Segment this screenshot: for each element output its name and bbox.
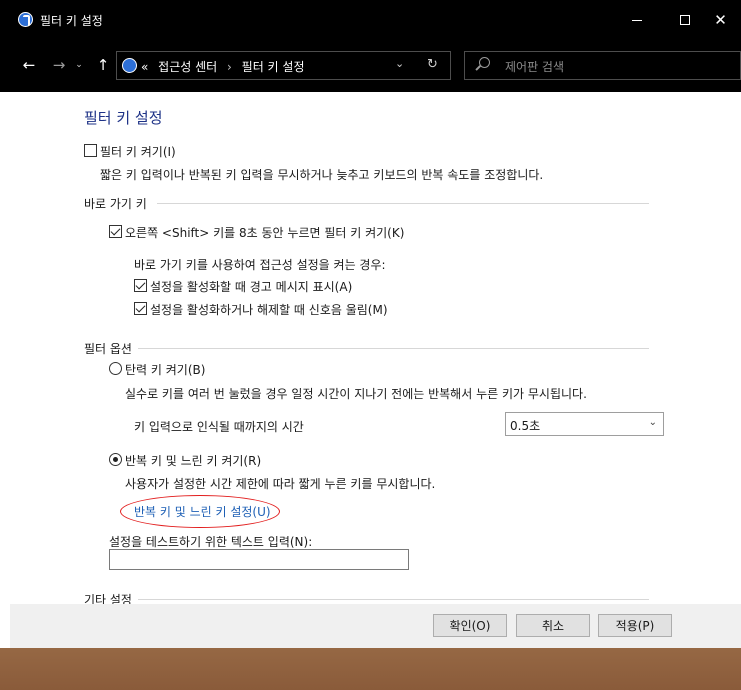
section-divider [138,348,649,349]
footer-button-bar: 확인(O) 취소 적용(P) [10,604,741,648]
chevron-down-icon: ⌄ [75,60,83,70]
shortcut-when-label: 바로 가기 키를 사용하여 접근성 설정을 켜는 경우: [134,258,386,272]
wait-time-select[interactable]: 0.5초 ⌄ [505,412,664,436]
main-content: 필터 키 설정 필터 키 켜기(I) 짧은 키 입력이나 반복된 키 입력을 무… [10,92,741,607]
window-title: 필터 키 설정 [40,14,103,28]
section-divider [157,203,649,204]
back-button[interactable]: ← [18,54,40,76]
bounce-keys-label[interactable]: 탄력 키 켜기(B) [125,361,205,378]
breadcrumb-overflow[interactable]: « [141,60,148,74]
search-input[interactable]: 제어판 검색 [505,58,564,75]
page-title: 필터 키 설정 [84,109,163,127]
breadcrumb-item-filter-keys[interactable]: 필터 키 설정 [242,60,305,74]
maximize-icon [680,15,690,25]
chevron-down-icon: ⌄ [648,417,657,428]
section-divider [138,599,649,600]
repeat-slow-keys-label[interactable]: 반복 키 및 느린 키 켜기(R) [125,452,261,469]
ease-of-access-icon [18,12,33,27]
forward-button[interactable]: → [48,54,70,76]
shortcut-section-heading: 바로 가기 키 [84,197,147,211]
right-shift-checkbox[interactable] [109,225,122,238]
title-bar: 필터 키 설정 ✕ [0,0,741,40]
repeat-slow-keys-radio[interactable] [109,453,122,466]
filter-keys-window: 필터 키 설정 ✕ ← → ⌄ ↑ « 접근성 센터 › 필터 키 설정 ⌄ ↻… [0,0,741,648]
test-text-input[interactable] [109,549,409,570]
close-button[interactable]: ✕ [700,0,741,40]
up-button[interactable]: ↑ [92,54,114,76]
wait-time-value: 0.5초 [510,419,541,433]
right-shift-label[interactable]: 오른쪽 <Shift> 키를 8초 동안 누르면 필터 키 켜기(K) [125,224,404,241]
search-icon [479,57,490,68]
filter-options-heading: 필터 옵션 [84,342,132,356]
apply-button[interactable]: 적용(P) [598,614,672,637]
warning-message-label[interactable]: 설정을 활성화할 때 경고 메시지 표시(A) [150,278,352,295]
refresh-icon[interactable]: ↻ [427,57,438,72]
ok-button[interactable]: 확인(O) [433,614,507,637]
filter-keys-description: 짧은 키 입력이나 반복된 키 입력을 무시하거나 늦추고 키보드의 반복 속도… [100,168,544,182]
breadcrumb-separator: › [227,60,232,74]
wait-time-label: 키 입력으로 인식될 때까지의 시간 [134,420,304,434]
sound-label[interactable]: 설정을 활성화하거나 해제할 때 신호음 울림(M) [150,301,388,318]
warning-message-checkbox[interactable] [134,279,147,292]
recent-locations-button[interactable]: ⌄ [72,54,86,76]
search-box[interactable]: 제어판 검색 [464,51,741,80]
red-annotation-ellipse [120,495,280,528]
repeat-slow-keys-description: 사용자가 설정한 시간 제한에 따라 짧게 누른 키를 무시합니다. [125,477,436,491]
minimize-icon [632,19,642,21]
arrow-left-icon: ← [22,56,36,74]
test-input-label: 설정을 테스트하기 위한 텍스트 입력(N): [109,535,313,549]
breadcrumb: « 접근성 센터 › 필터 키 설정 [141,58,305,75]
breadcrumb-item-ease-of-access[interactable]: 접근성 센터 [158,60,217,74]
filter-keys-checkbox[interactable] [84,144,97,157]
minimize-button[interactable] [614,0,660,40]
address-dropdown-icon[interactable]: ⌄ [395,57,404,70]
cancel-button[interactable]: 취소 [516,614,590,637]
close-icon: ✕ [714,10,727,29]
address-bar[interactable]: « 접근성 센터 › 필터 키 설정 ⌄ ↻ [116,51,451,80]
arrow-up-icon: ↑ [96,56,110,74]
arrow-right-icon: → [52,56,66,74]
sound-checkbox[interactable] [134,302,147,315]
bounce-keys-description: 실수로 키를 여러 번 눌렀을 경우 일정 시간이 지나기 전에는 반복해서 누… [125,387,587,401]
filter-keys-label[interactable]: 필터 키 켜기(I) [100,143,176,160]
control-panel-icon [122,58,137,73]
bounce-keys-radio[interactable] [109,362,122,375]
navigation-bar: ← → ⌄ ↑ « 접근성 센터 › 필터 키 설정 ⌄ ↻ 제어판 검색 [0,40,741,92]
